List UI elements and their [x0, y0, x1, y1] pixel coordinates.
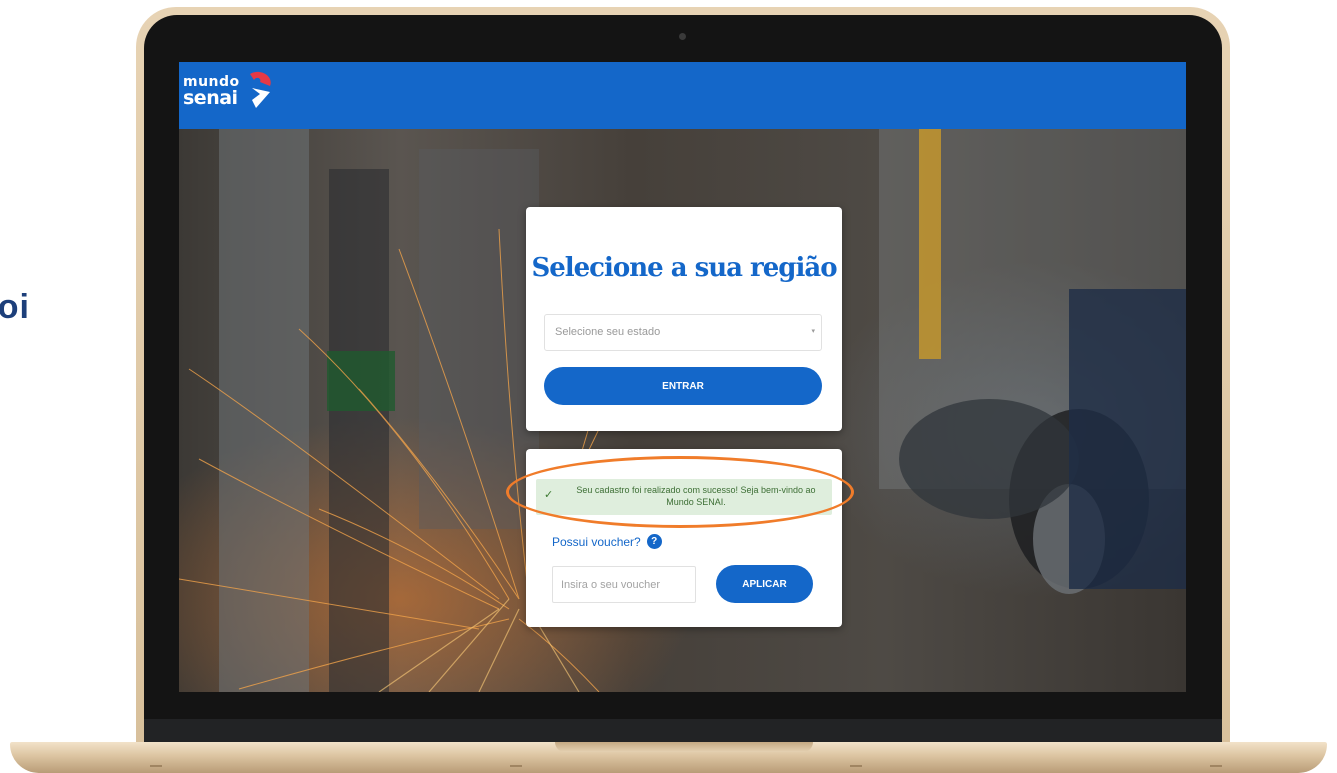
state-select[interactable]: Selecione seu estado ▾	[544, 314, 822, 351]
laptop-base-notch	[555, 742, 813, 752]
chevron-down-icon: ▾	[811, 328, 815, 335]
voucher-input[interactable]: Insira o seu voucher	[552, 566, 696, 603]
voucher-input-placeholder: Insira o seu voucher	[561, 579, 661, 591]
laptop-foot-left	[150, 765, 162, 767]
side-text-fragment: oi	[0, 288, 30, 326]
mundo-senai-logo[interactable]: mundo senai	[183, 70, 274, 110]
enter-button[interactable]: ENTRAR	[544, 367, 822, 405]
laptop-screen: mundo senai Selecione a sua região Selec…	[179, 62, 1186, 692]
region-card: Selecione a sua região Selecione seu est…	[526, 207, 842, 431]
highlight-ellipse	[506, 456, 854, 528]
laptop-foot-mid-right	[850, 765, 862, 767]
webcam-icon	[679, 33, 686, 40]
logo-arrow-icon	[249, 71, 271, 108]
logo-line-2: senai	[183, 87, 238, 109]
voucher-question-link[interactable]: Possui voucher?	[552, 535, 641, 549]
apply-button[interactable]: APLICAR	[716, 565, 813, 603]
voucher-question: Possui voucher? ?	[552, 534, 662, 549]
laptop-foot-right	[1210, 765, 1222, 767]
laptop-foot-mid-left	[510, 765, 522, 767]
help-icon[interactable]: ?	[646, 534, 662, 549]
logo-wordmark: mundo senai	[183, 74, 240, 109]
region-title: Selecione a sua região	[531, 253, 837, 283]
state-select-placeholder: Selecione seu estado	[555, 326, 661, 338]
top-navbar: mundo senai	[179, 62, 1186, 129]
